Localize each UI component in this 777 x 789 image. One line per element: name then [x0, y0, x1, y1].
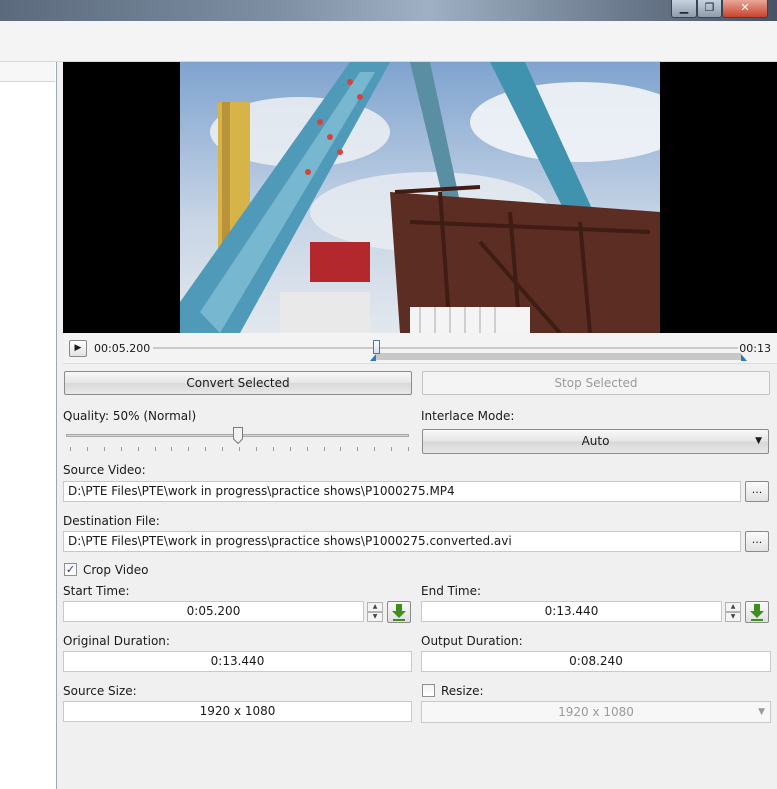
start-time-stepper[interactable]: ▲ ▼ [367, 602, 383, 622]
source-video-label: Source Video: [63, 463, 146, 477]
crop-video-checkbox[interactable]: ✓ [64, 563, 77, 576]
resize-label: Resize: [441, 684, 484, 698]
end-time-label: End Time: [421, 584, 482, 598]
set-end-time-button[interactable] [745, 601, 769, 623]
slider-tick [137, 447, 139, 451]
stop-selected-button[interactable]: Stop Selected [422, 371, 770, 395]
quality-label: Quality: 50% (Normal) [63, 409, 197, 423]
restore-icon: ❐ [704, 1, 715, 14]
slider-tick [171, 447, 173, 451]
destination-file-field[interactable]: D:\PTE Files\PTE\work in progress\practi… [63, 531, 741, 552]
play-button[interactable]: ▶ [69, 340, 87, 357]
range-end-handle[interactable] [741, 354, 747, 361]
minimize-button[interactable]: ▁ [671, 0, 697, 18]
end-time-stepper[interactable]: ▲ ▼ [725, 602, 741, 622]
original-duration-label: Original Duration: [63, 634, 170, 648]
slider-tick [86, 447, 88, 451]
seek-track[interactable] [153, 347, 738, 349]
slider-tick [340, 447, 342, 451]
current-time: 00:05.200 [94, 342, 151, 355]
source-size-field: 1920 x 1080 [63, 701, 412, 722]
seek-thumb[interactable] [373, 340, 380, 354]
video-frame-image [180, 62, 660, 333]
spin-down-icon[interactable]: ▼ [725, 612, 741, 622]
slider-tick [222, 447, 224, 451]
quality-slider-thumb[interactable] [232, 427, 243, 444]
spin-up-icon[interactable]: ▲ [367, 602, 383, 612]
title-bar [0, 0, 777, 21]
crop-video-label: Crop Video [83, 563, 149, 577]
spin-down-icon[interactable]: ▼ [367, 612, 383, 622]
slider-tick [239, 447, 240, 451]
output-duration-field: 0:08.240 [421, 651, 771, 672]
start-time-field[interactable]: 0:05.200 [63, 601, 364, 622]
chevron-down-icon: ▼ [755, 436, 762, 446]
slider-tick [188, 447, 190, 451]
maximize-button[interactable]: ❐ [697, 0, 722, 18]
minimize-icon: ▁ [679, 1, 689, 14]
green-down-arrow-icon [750, 604, 764, 621]
slider-tick [255, 447, 257, 451]
file-list-header [0, 62, 55, 82]
source-size-label: Source Size: [63, 684, 137, 698]
output-duration-label: Output Duration: [421, 634, 523, 648]
source-video-field[interactable]: D:\PTE Files\PTE\work in progress\practi… [63, 481, 741, 502]
end-time-field[interactable]: 0:13.440 [421, 601, 722, 622]
interlace-mode-label: Interlace Mode: [421, 409, 515, 423]
original-duration-field: 0:13.440 [63, 651, 412, 672]
resize-dropdown[interactable]: 1920 x 1080 ▼ [421, 701, 771, 723]
interlace-mode-dropdown[interactable]: Auto ▼ [422, 429, 769, 454]
set-start-time-button[interactable] [387, 601, 411, 623]
end-time: 00:13 [739, 342, 771, 355]
slider-tick [120, 447, 122, 451]
chevron-down-icon: ▼ [758, 707, 765, 717]
play-icon: ▶ [74, 343, 82, 353]
slider-tick [70, 447, 71, 451]
toolbar [0, 21, 777, 62]
slider-tick [306, 447, 308, 451]
green-down-arrow-icon [392, 604, 406, 621]
convert-selected-button[interactable]: Convert Selected [64, 371, 412, 395]
slider-tick [408, 447, 409, 451]
start-time-label: Start Time: [63, 584, 130, 598]
slider-tick [289, 447, 291, 451]
slider-tick [323, 447, 325, 451]
slider-tick [391, 447, 393, 451]
destination-file-label: Destination File: [63, 514, 160, 528]
spin-up-icon[interactable]: ▲ [725, 602, 741, 612]
resize-checkbox[interactable] [422, 684, 435, 697]
browse-destination-button[interactable]: ... [745, 531, 769, 552]
file-list-panel[interactable] [0, 62, 57, 789]
slider-tick [357, 447, 359, 451]
selection-range-bar [376, 353, 741, 360]
close-icon: ✕ [740, 1, 750, 14]
checkmark-icon: ✓ [65, 563, 76, 576]
interlace-mode-value: Auto [581, 434, 610, 448]
browse-source-button[interactable]: ... [745, 481, 769, 502]
slider-tick [272, 447, 274, 451]
slider-tick [374, 447, 376, 451]
close-button[interactable]: ✕ [722, 0, 768, 18]
slider-tick [103, 447, 105, 451]
video-preview [63, 62, 777, 333]
slider-tick [205, 447, 207, 451]
timeline-bar: ▶ 00:05.200 00:13 [63, 333, 777, 364]
slider-tick [154, 447, 156, 451]
range-start-handle[interactable] [370, 354, 376, 361]
resize-value: 1920 x 1080 [558, 705, 634, 719]
